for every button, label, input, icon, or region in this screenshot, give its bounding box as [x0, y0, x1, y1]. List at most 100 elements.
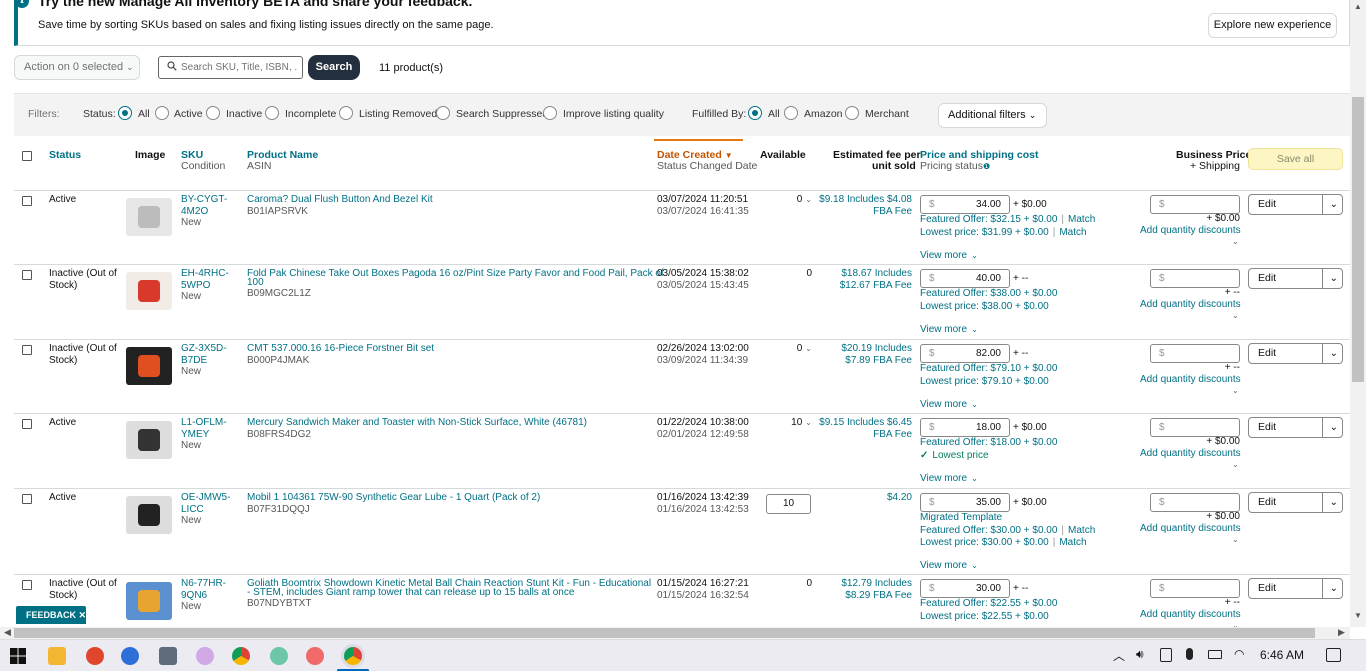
chevron-down-icon[interactable]: ⌄: [1330, 269, 1338, 288]
product-name[interactable]: Fold Pak Chinese Take Out Boxes Pagoda 1…: [247, 268, 664, 280]
business-price-input[interactable]: $: [1150, 344, 1240, 363]
product-thumbnail[interactable]: [126, 421, 172, 459]
scroll-right-icon[interactable]: ▶: [1338, 627, 1345, 638]
wps-office-icon[interactable]: [86, 647, 104, 665]
product-thumbnail[interactable]: [126, 582, 172, 620]
status-option-all[interactable]: All: [138, 108, 150, 120]
row-checkbox[interactable]: [22, 345, 32, 355]
view-more-link[interactable]: View more⌄: [920, 399, 978, 411]
edit-button[interactable]: Edit ⌄: [1248, 194, 1343, 215]
col-status[interactable]: Status: [49, 149, 81, 161]
price-input[interactable]: $30.00: [920, 579, 1010, 598]
chevron-down-icon[interactable]: ⌄: [1232, 310, 1239, 322]
fee-line1[interactable]: $12.79 Includes: [804, 578, 912, 590]
edit-button[interactable]: Edit ⌄: [1248, 343, 1343, 364]
chevron-down-icon[interactable]: ⌄: [1232, 534, 1239, 546]
view-more-link[interactable]: View more⌄: [920, 250, 978, 262]
wifi-icon[interactable]: ◠: [1234, 647, 1244, 661]
edit-button[interactable]: Edit ⌄: [1248, 578, 1343, 599]
chevron-down-icon[interactable]: ⌄: [1330, 344, 1338, 363]
row-checkbox[interactable]: [22, 196, 32, 206]
row-checkbox[interactable]: [22, 419, 32, 429]
windows-start-icon[interactable]: [9, 647, 27, 665]
product-name[interactable]: Mobil 1 104361 75W-90 Synthetic Gear Lub…: [247, 492, 540, 504]
price-input[interactable]: $35.00: [920, 493, 1010, 512]
row-checkbox[interactable]: [22, 580, 32, 590]
scroll-up-icon[interactable]: ▲: [1354, 2, 1362, 11]
add-quantity-discounts-link[interactable]: Add quantity discounts: [1140, 225, 1241, 237]
status-radio-incomplete[interactable]: [265, 106, 279, 120]
sku-line2[interactable]: LICC: [181, 504, 204, 516]
sku-line2[interactable]: B7DE: [181, 355, 207, 367]
status-radio-all[interactable]: [118, 106, 132, 120]
view-more-link[interactable]: View more⌄: [920, 324, 978, 336]
chevron-down-icon[interactable]: ⌄: [1330, 579, 1338, 598]
product-name[interactable]: Caroma? Dual Flush Button And Bezel Kit: [247, 194, 433, 206]
sku-line2[interactable]: 4M2O: [181, 206, 208, 218]
fulfilled-radio-all[interactable]: [748, 106, 762, 120]
chevron-down-icon[interactable]: ⌄: [1330, 195, 1338, 214]
chevron-down-icon[interactable]: ⌄: [1330, 493, 1338, 512]
search-button[interactable]: Search: [308, 55, 360, 80]
taskbar-clock[interactable]: 6:46 AM: [1260, 648, 1304, 662]
product-thumbnail[interactable]: [126, 496, 172, 534]
status-option-inactive[interactable]: Inactive: [226, 108, 262, 120]
add-quantity-discounts-link[interactable]: Add quantity discounts: [1140, 299, 1241, 311]
vertical-scroll-thumb[interactable]: [1352, 97, 1364, 382]
sku-line1[interactable]: GZ-3X5D-: [181, 343, 227, 355]
status-radio-improve-quality[interactable]: [543, 106, 557, 120]
view-more-link[interactable]: View more⌄: [920, 560, 978, 572]
add-quantity-discounts-link[interactable]: Add quantity discounts: [1140, 448, 1241, 460]
status-option-search-suppressed[interactable]: Search Suppressed: [456, 108, 548, 120]
match-link[interactable]: Match: [1059, 537, 1086, 548]
product-name[interactable]: Mercury Sandwich Maker and Toaster with …: [247, 417, 587, 429]
meet-now-icon[interactable]: [1160, 648, 1172, 662]
battery-icon[interactable]: [1208, 650, 1222, 659]
zoom-icon[interactable]: [121, 647, 139, 665]
business-price-input[interactable]: $: [1150, 418, 1240, 437]
fulfilled-radio-merchant[interactable]: [845, 106, 859, 120]
fee-line2[interactable]: $8.29 FBA Fee: [804, 590, 912, 602]
fee-line2[interactable]: $7.89 FBA Fee: [804, 355, 912, 367]
add-quantity-discounts-link[interactable]: Add quantity discounts: [1140, 609, 1241, 621]
fee-line2[interactable]: FBA Fee: [804, 429, 912, 441]
product-name-cont[interactable]: 100: [247, 277, 264, 289]
price-input[interactable]: $34.00: [920, 195, 1010, 214]
fee-line2[interactable]: FBA Fee: [804, 206, 912, 218]
sku-line2[interactable]: 5WPO: [181, 280, 210, 292]
volume-icon[interactable]: 🔊︎: [1136, 647, 1144, 662]
business-price-input[interactable]: $: [1150, 195, 1240, 214]
business-price-input[interactable]: $: [1150, 493, 1240, 512]
price-input[interactable]: $40.00: [920, 269, 1010, 288]
chevron-down-icon[interactable]: ⌄: [1330, 418, 1338, 437]
match-link[interactable]: Match: [1068, 214, 1095, 225]
fulfilled-radio-amazon[interactable]: [784, 106, 798, 120]
status-option-listing-removed[interactable]: Listing Removed: [359, 108, 437, 120]
slack-icon[interactable]: [270, 647, 288, 665]
edit-button[interactable]: Edit ⌄: [1248, 492, 1343, 513]
search-input[interactable]: Search SKU, Title, ISBN, .: [158, 56, 303, 79]
add-quantity-discounts-link[interactable]: Add quantity discounts: [1140, 523, 1241, 535]
horizontal-scroll-thumb[interactable]: [14, 628, 1315, 638]
price-input[interactable]: $18.00: [920, 418, 1010, 437]
sku-line1[interactable]: OE-JMW5-: [181, 492, 230, 504]
notifications-icon[interactable]: [1326, 648, 1341, 662]
add-quantity-discounts-link[interactable]: Add quantity discounts: [1140, 374, 1241, 386]
status-radio-active[interactable]: [155, 106, 169, 120]
sku-line1[interactable]: L1-OFLM-: [181, 417, 227, 429]
business-price-input[interactable]: $: [1150, 269, 1240, 288]
calculator-icon[interactable]: [159, 647, 177, 665]
explore-new-experience-button[interactable]: Explore new experience: [1208, 13, 1337, 38]
product-thumbnail[interactable]: [126, 272, 172, 310]
sku-line2[interactable]: YMEY: [181, 429, 209, 441]
save-all-button[interactable]: Save all: [1248, 148, 1343, 170]
match-link[interactable]: Match: [1059, 227, 1086, 238]
fee-line1[interactable]: $4.20: [804, 492, 912, 504]
status-option-incomplete[interactable]: Incomplete: [285, 108, 336, 120]
select-all-checkbox[interactable]: [22, 151, 32, 161]
product-name-cont[interactable]: - STEM, includes Giant ramp tower that c…: [247, 587, 574, 599]
fee-line1[interactable]: $20.19 Includes: [804, 343, 912, 355]
status-radio-listing-removed[interactable]: [339, 106, 353, 120]
sku-line1[interactable]: BY-CYGT-: [181, 194, 227, 206]
fee-line2[interactable]: $12.67 FBA Fee: [804, 280, 912, 292]
